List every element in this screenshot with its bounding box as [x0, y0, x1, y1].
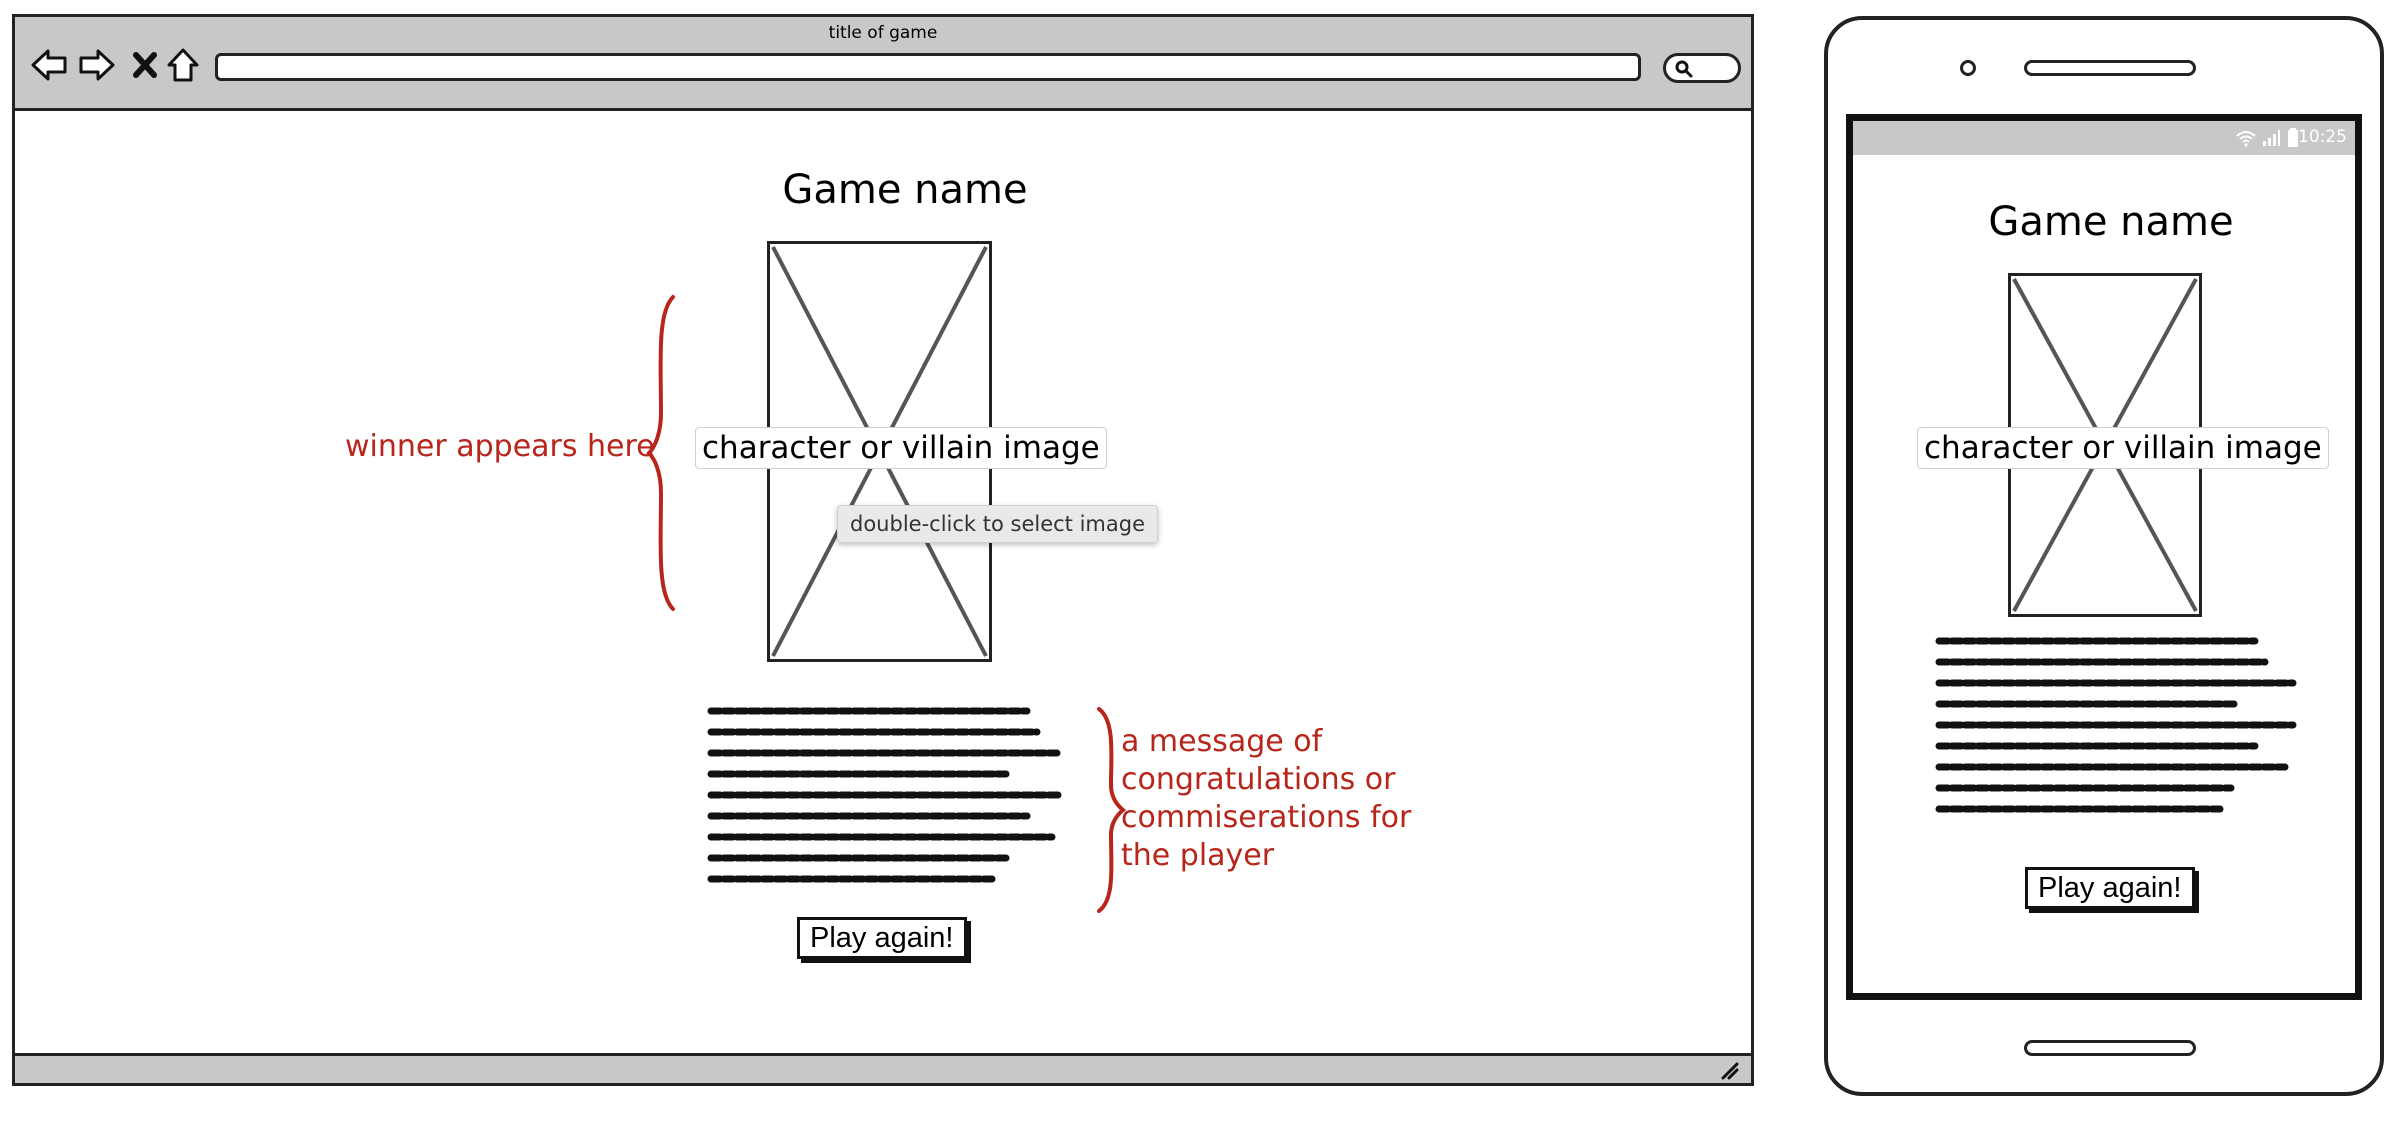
browser-window: title of game Game name character or vil… — [12, 14, 1754, 1086]
message-annotation: a message of congratulations or commiser… — [1121, 723, 1451, 875]
address-bar[interactable] — [215, 53, 1641, 81]
image-label: character or villain image — [1917, 427, 2329, 469]
browser-status-bar — [15, 1053, 1751, 1083]
close-x-icon[interactable] — [125, 45, 165, 85]
message-text-placeholder — [1935, 637, 2297, 813]
forward-arrow-icon[interactable] — [77, 45, 117, 85]
signal-icon — [2263, 130, 2280, 146]
play-again-button[interactable]: Play again! — [2025, 867, 2195, 909]
image-tooltip: double-click to select image — [837, 505, 1158, 543]
wifi-icon — [2236, 131, 2256, 147]
left-curly-brace-icon — [646, 295, 675, 611]
message-text-placeholder — [707, 707, 1063, 883]
play-again-button[interactable]: Play again! — [797, 917, 967, 959]
message-annotation-line: a message of — [1121, 724, 1323, 759]
winner-annotation: winner appears here — [345, 429, 655, 464]
phone-status-bar: 10:25 — [1853, 121, 2355, 155]
search-field[interactable] — [1663, 53, 1741, 83]
speaker-grille-icon — [2024, 60, 2196, 76]
phone-screen: 10:25 Game name character or villain ima… — [1846, 114, 2362, 1000]
phone-frame: 10:25 Game name character or villain ima… — [1824, 16, 2384, 1096]
game-title: Game name — [1988, 199, 2234, 245]
window-title: title of game — [828, 23, 938, 43]
game-title: Game name — [782, 167, 1028, 213]
browser-titlebar: title of game — [15, 17, 1751, 111]
home-button-icon[interactable] — [2024, 1040, 2196, 1056]
message-annotation-line: commiserations for — [1121, 800, 1412, 835]
back-arrow-icon[interactable] — [29, 45, 69, 85]
search-icon — [1675, 60, 1693, 78]
resize-grip-icon[interactable] — [1717, 1060, 1739, 1080]
front-camera-icon — [1960, 60, 1976, 76]
home-icon[interactable] — [163, 45, 203, 85]
status-time: 10:25 — [2298, 127, 2347, 147]
image-label: character or villain image — [695, 427, 1107, 469]
message-annotation-line: the player — [1121, 838, 1275, 873]
message-annotation-line: congratulations or — [1121, 762, 1396, 797]
